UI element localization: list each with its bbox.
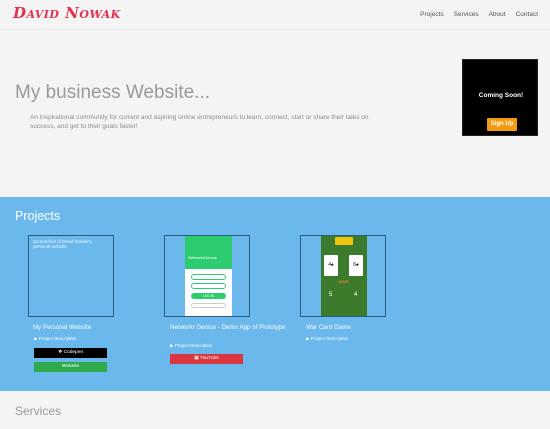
- computer-score: 4: [354, 292, 358, 298]
- playing-card-left: 4♠: [324, 255, 338, 276]
- player-score: 5: [329, 292, 333, 298]
- app-password-field: [191, 283, 226, 289]
- project-card-networkr-genius[interactable]: NetworkrGenius LOG IN: [164, 235, 250, 317]
- brand-logo[interactable]: David Nowak: [13, 4, 121, 22]
- website-button[interactable]: Website: [34, 362, 107, 372]
- project-card-personal-website[interactable]: Screenshot of David Nowak's personal web…: [28, 235, 114, 317]
- game-war-text: WAR!: [338, 279, 350, 284]
- broken-image-alt-text: Screenshot of David Nowak's personal web…: [33, 239, 92, 249]
- youtube-button[interactable]: ▣ YouTube: [170, 354, 243, 364]
- app-screenshot: NetworkrGenius LOG IN: [185, 236, 232, 316]
- project-title-personal-website: My Personal Website: [33, 324, 92, 331]
- services-heading: Services: [15, 404, 62, 418]
- app-form-area: LOG IN: [185, 269, 232, 316]
- project-description-toggle[interactable]: ▶ Project Description: [306, 336, 348, 342]
- sign-up-button[interactable]: Sign Up: [487, 118, 517, 131]
- coming-soon-card: Coming Soon! Sign Up: [462, 59, 538, 136]
- project-card-war-card-game[interactable]: 4♠ 6♠ WAR! 5 4: [300, 235, 386, 317]
- main-nav: Projects Services About Contact: [420, 11, 538, 18]
- coming-soon-text: Coming Soon!: [478, 92, 524, 99]
- projects-section: Projects Screenshot of David Nowak's per…: [0, 197, 550, 391]
- project-title-war-card-game: War Card Game: [306, 324, 351, 331]
- game-logo: [335, 237, 353, 245]
- projects-heading: Projects: [15, 209, 61, 223]
- app-username-field: [191, 274, 226, 280]
- site-header: David Nowak Projects Services About Cont…: [0, 0, 550, 30]
- codepen-button[interactable]: ❖ Codepen: [34, 348, 107, 358]
- app-signup-field: [191, 303, 226, 308]
- nav-link-about[interactable]: About: [489, 11, 506, 18]
- hero-description: An inspirational community for current a…: [30, 114, 369, 130]
- nav-link-projects[interactable]: Projects: [420, 11, 443, 18]
- project-title-networkr-genius: Networkr Genius - Demo App of Prototype: [170, 324, 286, 331]
- game-screenshot: 4♠ 6♠ WAR! 5 4: [321, 236, 367, 316]
- app-login-button: LOG IN: [191, 293, 226, 299]
- app-logo: NetworkrGenius: [188, 255, 217, 260]
- project-description-toggle[interactable]: ▶ Project Description: [170, 343, 212, 349]
- playing-card-right: 6♠: [349, 255, 363, 276]
- project-description-toggle[interactable]: ▶ Project Description: [34, 336, 76, 342]
- nav-link-contact[interactable]: Contact: [516, 11, 538, 18]
- nav-link-services[interactable]: Services: [454, 11, 479, 18]
- hero-title: My business Website...: [15, 82, 211, 103]
